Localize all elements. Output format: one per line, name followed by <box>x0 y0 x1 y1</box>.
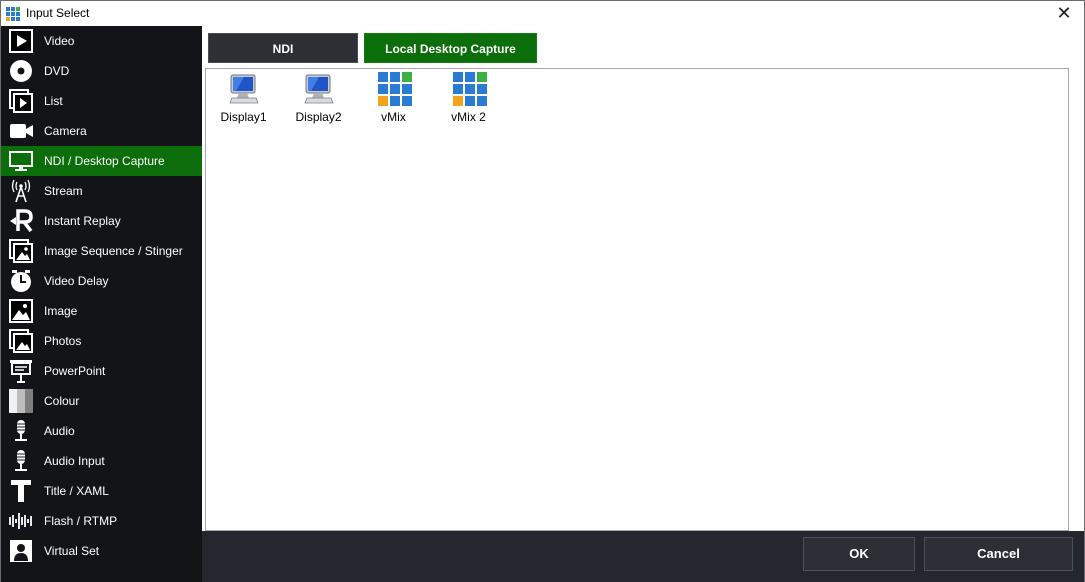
image-sequence-icon <box>9 239 35 263</box>
source-item-vmix-2[interactable]: vMix 2 <box>431 72 506 124</box>
source-item-vmix[interactable]: vMix <box>356 72 431 124</box>
sidebar-item-title-xaml[interactable]: Title / XAML <box>1 476 202 506</box>
sidebar-item-video-delay[interactable]: Video Delay <box>1 266 202 296</box>
title-bar: Input Select ✕ <box>1 1 1084 26</box>
sidebar-item-stream[interactable]: Stream <box>1 176 202 206</box>
sidebar-item-audio[interactable]: Audio <box>1 416 202 446</box>
source-list-panel: Display1 Display2 vMix vMix 2 <box>205 68 1069 531</box>
input-type-sidebar: Video DVD List Camera NDI / Desktop Capt <box>1 26 202 582</box>
sidebar-item-photos[interactable]: Photos <box>1 326 202 356</box>
monitor-icon <box>9 149 35 173</box>
sidebar-item-label: Audio Input <box>44 454 105 468</box>
video-icon <box>9 29 35 53</box>
sidebar-item-label: Colour <box>44 394 80 408</box>
sidebar-item-label: PowerPoint <box>44 364 106 378</box>
waveform-icon <box>9 509 35 533</box>
dvd-icon <box>9 59 35 83</box>
source-label: Display2 <box>295 110 342 124</box>
window-title: Input Select <box>26 6 90 20</box>
cancel-button[interactable]: Cancel <box>924 537 1073 571</box>
content-area: NDI Local Desktop Capture Display1 Displ… <box>202 26 1084 531</box>
source-item-display2[interactable]: Display2 <box>281 72 356 124</box>
sidebar-item-list[interactable]: List <box>1 86 202 116</box>
vmix-app-icon <box>6 7 20 21</box>
sidebar-item-label: Instant Replay <box>44 214 121 228</box>
sidebar-item-dvd[interactable]: DVD <box>1 56 202 86</box>
sidebar-item-label: Video <box>44 34 75 48</box>
colour-icon <box>9 389 35 413</box>
sidebar-item-audio-input[interactable]: Audio Input <box>1 446 202 476</box>
title-icon <box>9 479 35 503</box>
sidebar-item-label: Image <box>44 304 78 318</box>
presentation-icon <box>9 359 35 383</box>
sidebar-item-label: Audio <box>44 424 75 438</box>
sidebar-item-colour[interactable]: Colour <box>1 386 202 416</box>
sidebar-item-label: Video Delay <box>44 274 109 288</box>
sidebar-item-label: Virtual Set <box>44 544 100 558</box>
dialog-footer: OK Cancel <box>202 531 1084 582</box>
sidebar-item-image-sequence-stinger[interactable]: Image Sequence / Stinger <box>1 236 202 266</box>
sidebar-item-virtual-set[interactable]: Virtual Set <box>1 536 202 566</box>
antenna-icon <box>9 179 35 203</box>
sidebar-item-powerpoint[interactable]: PowerPoint <box>1 356 202 386</box>
computer-icon <box>228 72 260 106</box>
source-label: vMix 2 <box>451 110 486 124</box>
sidebar-item-camera[interactable]: Camera <box>1 116 202 146</box>
computer-icon <box>303 72 335 106</box>
sidebar-item-ndi-desktop-capture[interactable]: NDI / Desktop Capture <box>1 146 202 176</box>
sidebar-item-label: Flash / RTMP <box>44 514 118 528</box>
sidebar-item-image[interactable]: Image <box>1 296 202 326</box>
ok-button[interactable]: OK <box>803 537 915 571</box>
input-select-window: Input Select ✕ Video DVD List Camera NDI… <box>0 0 1085 582</box>
sidebar-item-label: List <box>44 94 63 108</box>
source-item-display1[interactable]: Display1 <box>206 72 281 124</box>
tab-local-desktop-capture[interactable]: Local Desktop Capture <box>364 33 537 63</box>
source-label: vMix <box>381 110 406 124</box>
sidebar-item-instant-replay[interactable]: Instant Replay <box>1 206 202 236</box>
microphone-icon <box>9 449 35 473</box>
sidebar-item-label: Title / XAML <box>44 484 109 498</box>
sidebar-item-label: Camera <box>44 124 87 138</box>
microphone-icon <box>9 419 35 443</box>
camera-icon <box>9 119 35 143</box>
person-icon <box>9 539 35 563</box>
clock-icon <box>9 269 35 293</box>
tab-ndi[interactable]: NDI <box>208 33 358 63</box>
sidebar-item-label: NDI / Desktop Capture <box>44 154 165 168</box>
close-icon[interactable]: ✕ <box>1054 4 1074 24</box>
source-label: Display1 <box>220 110 267 124</box>
list-icon <box>9 89 35 113</box>
vmix-icon <box>453 72 487 106</box>
vmix-icon <box>378 72 412 106</box>
sidebar-item-flash-rtmp[interactable]: Flash / RTMP <box>1 506 202 536</box>
sidebar-item-label: DVD <box>44 64 70 78</box>
photos-icon <box>9 329 35 353</box>
replay-icon <box>9 209 35 233</box>
image-icon <box>9 299 35 323</box>
sidebar-item-label: Stream <box>44 184 83 198</box>
sidebar-item-label: Photos <box>44 334 82 348</box>
sidebar-item-label: Image Sequence / Stinger <box>44 244 183 258</box>
sidebar-item-video[interactable]: Video <box>1 26 202 56</box>
